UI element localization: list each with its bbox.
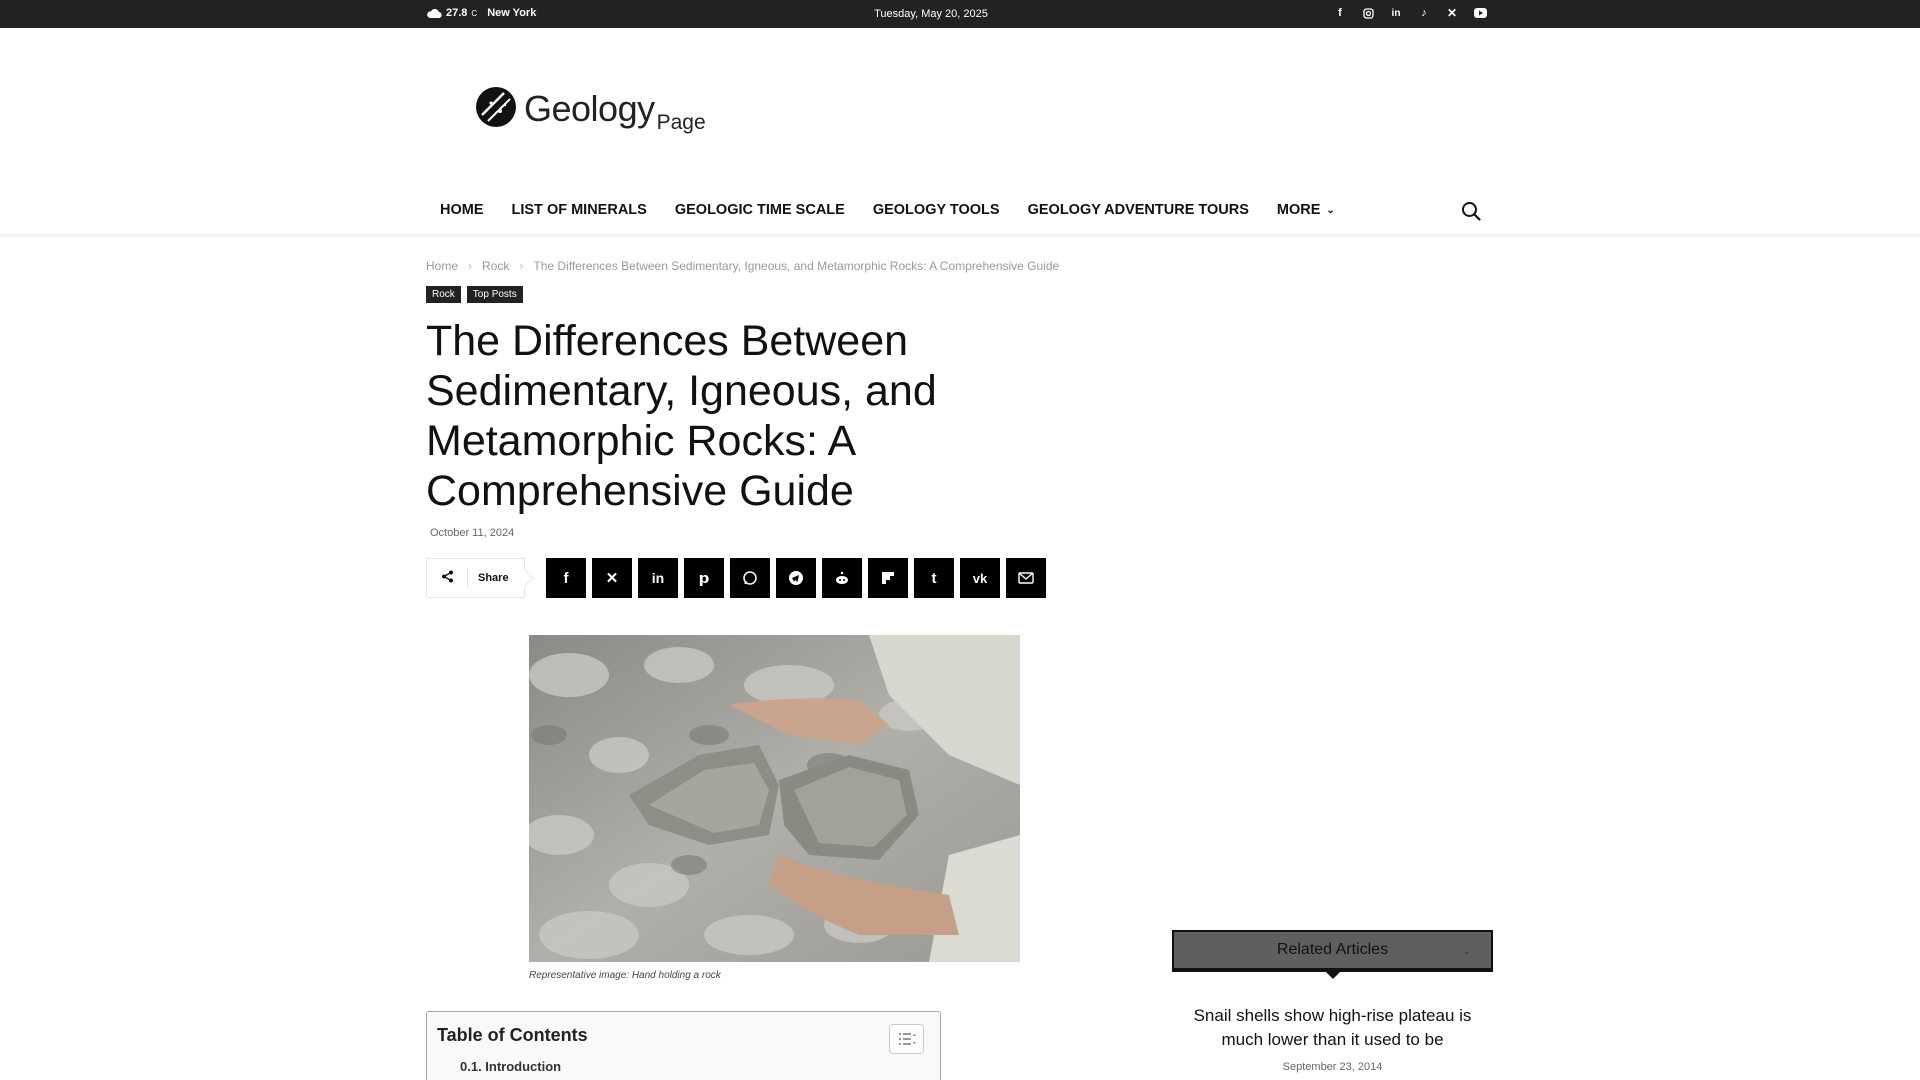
- share-email-icon[interactable]: [1006, 558, 1046, 598]
- linkedin-icon[interactable]: in: [1388, 5, 1404, 21]
- share-label-box: Share: [426, 558, 534, 598]
- breadcrumb-separator-icon: ›: [468, 259, 473, 273]
- nav-geologic-time-scale[interactable]: GEOLOGIC TIME SCALE: [675, 202, 845, 218]
- nav-home[interactable]: HOME: [440, 202, 484, 218]
- image-caption: Representative image: Hand holding a roc…: [529, 970, 721, 981]
- x-icon[interactable]: ✕: [1444, 5, 1460, 21]
- nav-more[interactable]: MORE ⌄: [1277, 202, 1335, 218]
- share-icon: [427, 570, 467, 586]
- toc-toggle-button[interactable]: [889, 1024, 924, 1054]
- tag-top-posts[interactable]: Top Posts: [466, 286, 523, 303]
- related-article-title[interactable]: Snail shells show high-rise plateau is m…: [1172, 1004, 1493, 1052]
- chevron-down-icon: ⌄: [1326, 204, 1335, 216]
- share-tumblr-icon[interactable]: t: [914, 558, 954, 598]
- site-logo[interactable]: Geology Page: [474, 85, 706, 134]
- search-icon[interactable]: [1460, 200, 1482, 222]
- related-articles-header[interactable]: Related Articles ⌄: [1172, 930, 1493, 979]
- nav-geology-tools[interactable]: GEOLOGY TOOLS: [873, 202, 1000, 218]
- current-date: Tuesday, May 20, 2025: [874, 8, 988, 20]
- logo-text-sub: Page: [656, 111, 706, 134]
- chevron-down-icon: ⌄: [1462, 946, 1471, 957]
- related-article-date: September 23, 2014: [1282, 1061, 1383, 1073]
- breadcrumb-home[interactable]: Home: [426, 259, 458, 273]
- top-bar: 27.8 C New York Tuesday, May 20, 2025 f i…: [0, 0, 1920, 28]
- share-divider: [467, 568, 468, 588]
- tiktok-icon[interactable]: ♪: [1416, 5, 1432, 21]
- article-title: The Differences Between Sedimentary, Ign…: [426, 317, 937, 515]
- main-navigation: HOME LIST OF MINERALS GEOLOGIC TIME SCAL…: [426, 196, 1363, 224]
- nav-divider: [0, 234, 1920, 238]
- facebook-icon[interactable]: f: [1332, 5, 1348, 21]
- share-linkedin-icon[interactable]: in: [638, 558, 678, 598]
- share-label: Share: [478, 572, 509, 584]
- instagram-icon[interactable]: [1360, 5, 1376, 21]
- share-telegram-icon[interactable]: [776, 558, 816, 598]
- breadcrumb-category[interactable]: Rock: [482, 259, 509, 273]
- nav-more-label: MORE: [1276, 202, 1321, 218]
- breadcrumb-separator-icon: ›: [519, 259, 524, 273]
- geology-globe-icon: [476, 87, 516, 127]
- share-x-icon[interactable]: ✕: [592, 558, 632, 598]
- share-pinterest-icon[interactable]: 𝗽: [684, 558, 724, 598]
- logo-text-main: Geology: [524, 88, 655, 129]
- related-header-notch: [1326, 972, 1340, 979]
- share-arrow: [516, 569, 534, 587]
- share-buttons: f ✕ in 𝗽 t vk: [546, 558, 1046, 598]
- toc-title: Table of Contents: [437, 1025, 588, 1045]
- toc-item[interactable]: 0.1. Introduction: [460, 1059, 561, 1074]
- nav-list-of-minerals[interactable]: LIST OF MINERALS: [512, 202, 647, 218]
- related-articles-title: Related Articles: [1276, 941, 1389, 958]
- share-flipboard-icon[interactable]: [868, 558, 908, 598]
- share-whatsapp-icon[interactable]: [730, 558, 770, 598]
- youtube-icon[interactable]: [1472, 5, 1488, 21]
- nav-geology-adventure-tours[interactable]: GEOLOGY ADVENTURE TOURS: [1028, 202, 1249, 218]
- share-reddit-icon[interactable]: [822, 558, 862, 598]
- tag-rock[interactable]: Rock: [426, 286, 461, 303]
- list-icon: [898, 1033, 916, 1045]
- article-date: October 11, 2024: [430, 527, 515, 539]
- share-facebook-icon[interactable]: f: [546, 558, 586, 598]
- share-vk-icon[interactable]: vk: [960, 558, 1000, 598]
- breadcrumb-current: The Differences Between Sedimentary, Ign…: [533, 259, 1060, 273]
- article-featured-image: [529, 635, 1020, 962]
- breadcrumb: Home › Rock › The Differences Between Se…: [426, 259, 1059, 273]
- topbar-social-links: f in ♪ ✕: [1332, 5, 1488, 21]
- category-tags: Rock Top Posts: [426, 286, 523, 303]
- table-of-contents: Table of Contents 0.1. Introduction: [426, 1011, 941, 1080]
